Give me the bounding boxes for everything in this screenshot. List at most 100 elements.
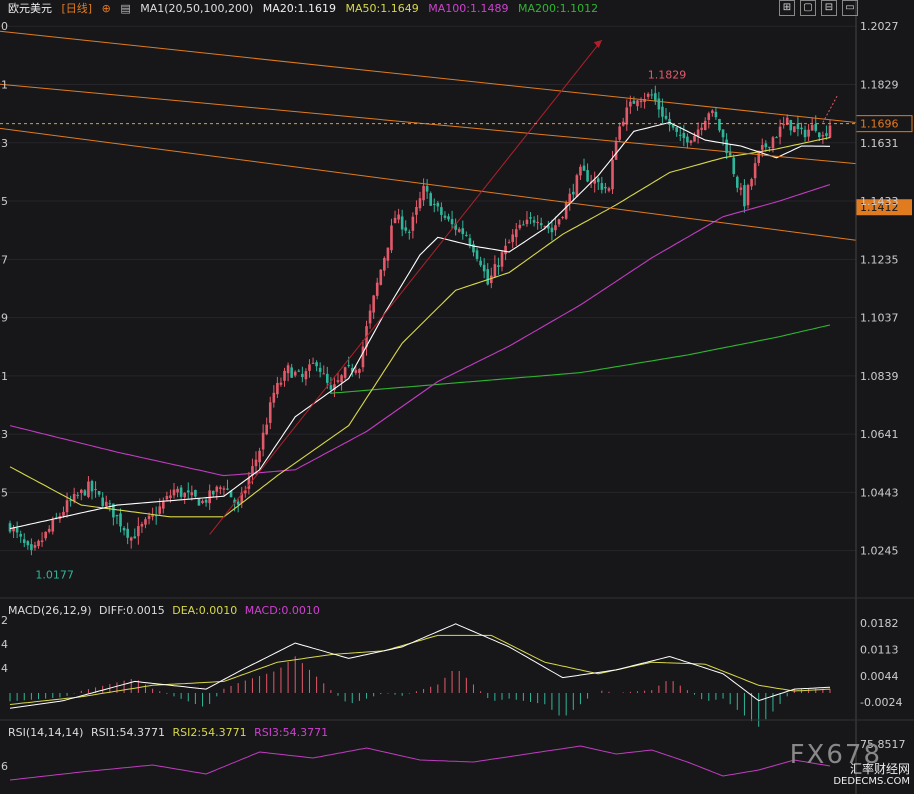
candle-body xyxy=(711,110,714,113)
chart-header: 欧元美元 [日线] ⊕ ▤ MA1(20,50,100,200) MA20:1.… xyxy=(0,0,604,18)
rsi2-value: RSI2:54.3771 xyxy=(172,726,247,739)
candle-body xyxy=(83,490,87,496)
candle-body xyxy=(818,132,821,138)
candle-body xyxy=(115,514,119,517)
candle-body xyxy=(368,310,372,324)
maximize-button[interactable]: ▢ xyxy=(800,0,816,16)
layout-button[interactable]: ⊟ xyxy=(821,0,837,16)
period-label[interactable]: [日线] xyxy=(62,2,93,15)
crosshair-icon[interactable]: ⊕ xyxy=(102,2,111,15)
candle-body xyxy=(572,191,575,195)
candle-body xyxy=(714,111,718,118)
candle-body xyxy=(707,113,711,120)
restore-button[interactable]: ▭ xyxy=(842,0,858,16)
candle-body xyxy=(721,129,725,138)
candle-body xyxy=(728,152,732,156)
left-tick-label: 7 xyxy=(1,253,8,266)
y-tick-label: 1.0641 xyxy=(860,428,899,441)
candle-body xyxy=(778,126,782,137)
candle-body xyxy=(386,247,390,261)
macd-tick-label: 0.0044 xyxy=(860,670,899,683)
candle-body xyxy=(301,373,304,378)
candle-body xyxy=(514,229,518,238)
candle-body xyxy=(793,126,796,133)
candle-body xyxy=(90,481,94,492)
left-tick-label: 9 xyxy=(1,312,8,325)
price-chart: 1.16961.14121.18291.0177 1.20271.18291.1… xyxy=(0,0,914,794)
candle-body xyxy=(400,216,404,230)
window-buttons: ⊞ ▢ ⊟ ▭ xyxy=(779,0,858,16)
candle-body xyxy=(279,382,283,385)
price-axis: 1.2027 1.1829 1.1631 1.1433 1.1235 1.1037 1.08… xyxy=(1,0,899,794)
candle-body xyxy=(379,269,383,285)
candle-body xyxy=(465,234,468,236)
candle-body xyxy=(318,367,322,372)
candle-body xyxy=(19,533,22,537)
candle-body xyxy=(511,234,514,243)
candle-body xyxy=(158,506,162,514)
candle-body xyxy=(293,371,297,376)
candle-body xyxy=(51,519,55,532)
chart-type-icon[interactable]: ▤ xyxy=(120,2,130,15)
candle-body xyxy=(739,187,743,190)
candle-body xyxy=(290,367,293,378)
candle-body xyxy=(40,540,44,543)
candle-body xyxy=(750,179,753,187)
candle-body xyxy=(810,124,814,131)
y-tick-label: 1.0839 xyxy=(860,370,899,383)
candle-body xyxy=(97,491,101,495)
candle-body xyxy=(204,499,208,503)
candle-body xyxy=(493,264,497,277)
candle-body xyxy=(372,295,375,313)
candle-body xyxy=(375,282,379,296)
candle-body xyxy=(101,497,104,507)
candle-body xyxy=(686,136,689,143)
candle-body xyxy=(122,528,126,531)
candle-body xyxy=(475,250,479,259)
y-tick-label: 1.0443 xyxy=(860,486,899,499)
candle-body xyxy=(215,486,219,492)
diff-line xyxy=(9,623,831,709)
uptrend-arrowhead xyxy=(593,40,602,49)
candle-body xyxy=(457,229,461,232)
rsi-label: RSI(14,14,14) xyxy=(8,726,84,739)
candle-body xyxy=(133,536,137,539)
candle-body xyxy=(162,501,165,509)
candle-body xyxy=(447,216,450,220)
candle-body xyxy=(397,214,400,220)
uptrend-arrow-line xyxy=(209,39,603,535)
tile-button[interactable]: ⊞ xyxy=(779,0,795,16)
candle-body xyxy=(500,252,504,267)
candle-body xyxy=(8,523,12,532)
candle-body xyxy=(532,220,536,223)
candle-body xyxy=(183,492,186,498)
macd-panel: 0.0182 0.0113 0.0044 -0.0024 2 4 4 xyxy=(0,597,914,727)
candle-body xyxy=(561,217,564,219)
candle-body xyxy=(618,126,621,140)
candle-body xyxy=(678,134,682,136)
candle-body xyxy=(343,367,347,378)
left-tick-label: 5 xyxy=(1,486,8,499)
candle-body xyxy=(614,141,618,160)
watermark-line1: 汇率财经网 xyxy=(849,762,910,776)
y-tick-label: 1.0245 xyxy=(860,545,899,558)
candle-body xyxy=(119,513,122,527)
candle-body xyxy=(315,362,318,367)
candle-body xyxy=(322,373,326,375)
candle-body xyxy=(486,269,490,285)
candle-body xyxy=(650,94,654,96)
macd-header: MACD(26,12,9) DIFF:0.0015 DEA:0.0010 MAC… xyxy=(8,604,324,617)
rsi-header: RSI(14,14,14) RSI1:54.3771 RSI2:54.3771 … xyxy=(8,726,332,739)
candle-body xyxy=(596,178,600,183)
candle-body xyxy=(664,115,668,119)
symbol-label[interactable]: 欧元美元 xyxy=(8,2,52,15)
candle-body xyxy=(579,166,582,176)
macd-tick-label: -0.0024 xyxy=(860,696,902,709)
candle-body xyxy=(47,528,51,532)
candle-body xyxy=(404,227,408,231)
candle-body xyxy=(165,495,169,500)
candle-body xyxy=(126,528,129,538)
left-tick-label: 5 xyxy=(1,195,8,208)
candle-body xyxy=(197,498,201,506)
macd-tick-label: 0.0113 xyxy=(860,644,899,657)
